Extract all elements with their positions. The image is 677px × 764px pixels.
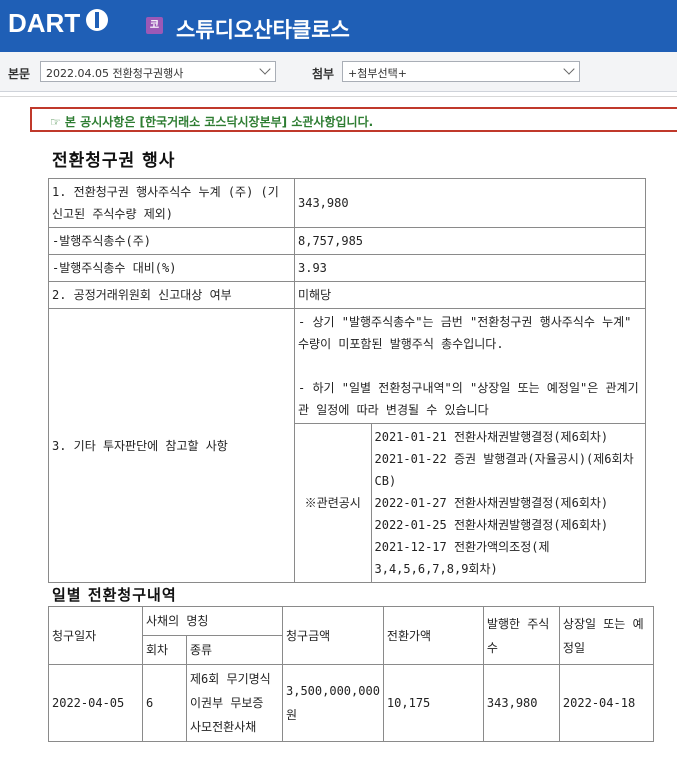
header-round: 회차 [142, 635, 187, 665]
other-info-label: 3. 기타 투자판단에 참고할 사항 [48, 308, 295, 583]
related-disclosure-link[interactable]: 2022-01-27 전환사채권발행결정(제6회차) [375, 492, 643, 514]
header-claim-amount: 청구금액 [282, 606, 384, 665]
other-info-notes: - 상기 "발행주식총수"는 금번 "전환청구권 행사주식수 누계" 수량이 미… [295, 309, 645, 424]
header-issued-shares: 발행한 주식수 [482, 606, 560, 665]
other-info-cell: - 상기 "발행주식총수"는 금번 "전환청구권 행사주식수 누계" 수량이 미… [294, 308, 646, 583]
daily-claims-table: 청구일자 사채의 명칭 청구금액 전환가액 발행한 주식수 상장일 또는 예정일… [48, 606, 655, 742]
table-row: 2. 공정거래위원회 신고대상 여부 미해당 [48, 281, 646, 309]
report-select-value: 2022.04.05 전환청구권행사 [46, 67, 184, 80]
related-disclosure-link[interactable]: 2021-01-21 전환사채권발행결정(제6회차) [375, 426, 643, 448]
table-header-row: 청구일자 사채의 명칭 청구금액 전환가액 발행한 주식수 상장일 또는 예정일 [48, 606, 655, 665]
ftc-report-label: 2. 공정거래위원회 신고대상 여부 [48, 281, 295, 309]
attachment-label: 첨부 [312, 67, 335, 81]
table-row: 2022-04-05 6 제6회 무기명식 이권부 무보증 사모전환사채 3,5… [48, 664, 655, 742]
related-disclosure-list: 2021-01-21 전환사채권발행결정(제6회차) 2021-01-22 증권… [371, 424, 645, 583]
row-listing-date: 2022-04-18 [558, 664, 655, 742]
row-issued-shares: 343,980 [482, 664, 560, 742]
total-shares-value: 8,757,985 [294, 227, 646, 255]
header-bond-name: 사채의 명칭 [142, 606, 283, 636]
header-listing-date: 상장일 또는 예정일 [558, 606, 655, 665]
total-shares-label: -발행주식총수(주) [48, 227, 295, 255]
chevron-down-icon [563, 63, 575, 75]
row-claim-amount: 3,500,000,000원 [282, 664, 384, 742]
table-row: 3. 기타 투자판단에 참고할 사항 - 상기 "발행주식총수"는 금번 "전환… [48, 308, 646, 583]
company-name: 스튜디오산타클로스 [176, 18, 350, 42]
report-selector-bar: 본문 2022.04.05 전환청구권행사 첨부 +첨부선택+ [0, 52, 677, 92]
ratio-label: -발행주식총수 대비(%) [48, 254, 295, 282]
note-1: - 상기 "발행주식총수"는 금번 "전환청구권 행사주식수 누계" 수량이 미… [298, 315, 632, 351]
row-conversion-price: 10,175 [382, 664, 484, 742]
row-kind: 제6회 무기명식 이권부 무보증 사모전환사채 [186, 664, 283, 742]
related-disclosure-link[interactable]: 2021-12-17 전환가액의조정(제3,4,5,6,7,8,9회차) [375, 536, 643, 580]
attachment-select-value: +첨부선택+ [348, 67, 407, 80]
ftc-report-value: 미해당 [294, 281, 646, 309]
related-disclosure-link[interactable]: 2022-01-25 전환사채권발행결정(제6회차) [375, 514, 643, 536]
related-disclosure-link[interactable]: 2021-01-22 증권 발행결과(자율공시)(제6회차 CB) [375, 448, 643, 492]
table-row: 1. 전환청구권 행사주식수 누계 (주) (기 신고된 주식수량 제외) 34… [48, 178, 646, 228]
summary-table: 1. 전환청구권 행사주식수 누계 (주) (기 신고된 주식수량 제외) 34… [48, 178, 646, 583]
daily-claims-title: 일별 전환청구내역 [52, 586, 177, 604]
cumulative-shares-label: 1. 전환청구권 행사주식수 누계 (주) (기 신고된 주식수량 제외) [48, 178, 295, 228]
row-round: 6 [142, 664, 187, 742]
table-row: -발행주식총수(주) 8,757,985 [48, 227, 646, 255]
table-row: -발행주식총수 대비(%) 3.93 [48, 254, 646, 282]
chevron-down-icon [259, 63, 271, 75]
report-select[interactable]: 2022.04.05 전환청구권행사 [40, 61, 276, 82]
header-kind: 종류 [186, 635, 283, 665]
row-claim-date: 2022-04-05 [48, 664, 143, 742]
note-2: - 하기 "일별 전환청구내역"의 "상장일 또는 예정일"은 관계기관 일정에… [298, 381, 639, 417]
top-header: DART 코 스튜디오산타클로스 [0, 0, 677, 52]
dart-logo[interactable]: DART [8, 8, 80, 39]
ratio-value: 3.93 [294, 254, 646, 282]
document-title: 전환청구권 행사 [52, 151, 176, 171]
jurisdiction-notice: ☞ 본 공시사항은 [한국거래소 코스닥시장본부] 소관사항입니다. [30, 107, 677, 132]
header-claim-date: 청구일자 [48, 606, 143, 665]
related-disclosure-label: ※관련공시 [295, 423, 372, 582]
cumulative-shares-value: 343,980 [294, 178, 646, 228]
attachment-select[interactable]: +첨부선택+ [342, 61, 580, 82]
other-info-nested: - 상기 "발행주식총수"는 금번 "전환청구권 행사주식수 누계" 수량이 미… [295, 309, 645, 582]
company-type-badge: 코 [146, 17, 163, 34]
report-label: 본문 [8, 67, 31, 81]
header-conversion-price: 전환가액 [382, 606, 484, 665]
dart-logo-icon [86, 9, 108, 31]
